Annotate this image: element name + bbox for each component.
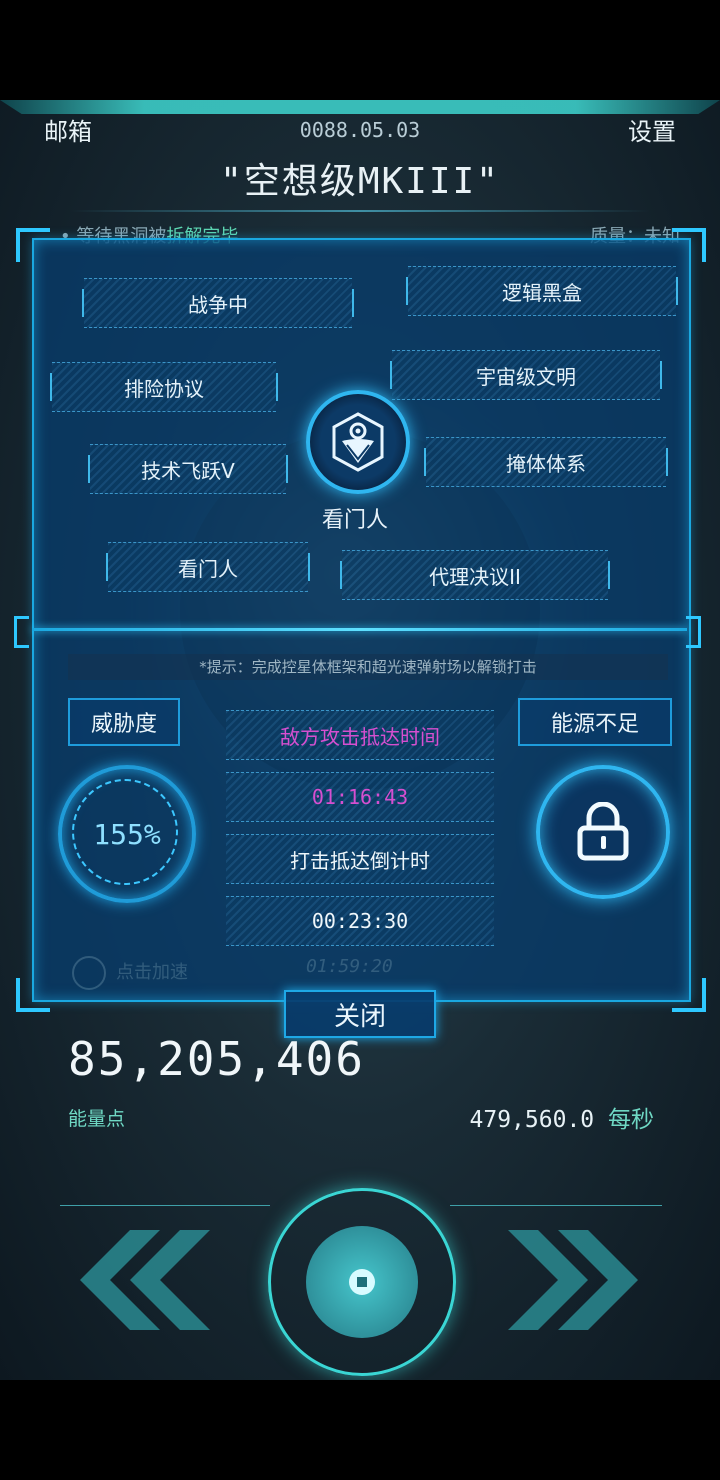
energy-rate: 479,560.0 每秒	[470, 1100, 654, 1134]
panel-corner	[672, 228, 706, 262]
enemy-arrival-time: 01:16:43	[226, 772, 494, 822]
tech-node[interactable]: 代理决议II	[340, 550, 610, 600]
home-button-core	[306, 1226, 418, 1338]
tech-node[interactable]: 看门人	[106, 542, 310, 592]
strike-lock-button[interactable]	[536, 765, 670, 899]
panel-corner	[16, 228, 50, 262]
energy-points-value: 85,205,406	[68, 1032, 365, 1086]
power-status-badge: 能源不足	[518, 698, 672, 746]
energy-rate-value: 479,560.0	[469, 1107, 595, 1133]
lock-icon	[577, 802, 629, 861]
threat-label: 威胁度	[68, 698, 180, 746]
title-divider	[70, 210, 650, 212]
nav-line	[60, 1205, 270, 1206]
accelerate-text: 点击加速	[116, 962, 188, 983]
close-button[interactable]: 关闭	[284, 990, 436, 1038]
panel-divider	[32, 628, 687, 631]
gatekeeper-emblem[interactable]	[306, 390, 410, 494]
top-frame-glow	[0, 100, 720, 114]
panel-corner	[672, 978, 706, 1012]
background-timer: 01:59:20	[306, 956, 393, 977]
settings-button[interactable]: 设置	[628, 112, 676, 147]
tech-node[interactable]: 战争中	[82, 278, 354, 328]
tech-node[interactable]: 排险协议	[50, 362, 278, 412]
tech-node[interactable]: 掩体体系	[424, 437, 668, 487]
emblem-label: 看门人	[321, 508, 388, 533]
panel-corner	[16, 978, 50, 1012]
panel-side-mark	[14, 616, 29, 648]
gauge-inner-ring	[72, 779, 178, 885]
game-date: 0088.05.03	[299, 118, 421, 142]
prev-arrow-icon[interactable]	[70, 1230, 210, 1330]
next-arrow-icon[interactable]	[508, 1230, 648, 1330]
gatekeeper-icon	[332, 412, 384, 472]
home-dot-icon	[349, 1269, 375, 1295]
game-screen: 邮箱 0088.05.03 设置 "空想级MKIII" • 等待黑洞被拆解完毕 …	[0, 100, 720, 1380]
enemy-arrival-label: 敌方攻击抵达时间	[226, 710, 494, 760]
nav-line	[450, 1205, 662, 1206]
strike-countdown-time: 00:23:30	[226, 896, 494, 946]
strike-countdown-label: 打击抵达倒计时	[226, 834, 494, 884]
energy-rate-unit: 每秒	[608, 1107, 654, 1133]
tech-node[interactable]: 技术飞跃V	[88, 444, 288, 494]
threat-gauge: 155%	[58, 765, 196, 903]
tech-node[interactable]: 逻辑黑盒	[406, 266, 678, 316]
energy-points-label: 能量点	[68, 1108, 126, 1130]
panel-side-mark	[686, 616, 701, 648]
ship-name: "空想级MKIII"	[220, 161, 500, 202]
accelerate-icon	[72, 956, 106, 990]
unlock-hint: *提示：完成控星体框架和超光速弹射场以解锁打击	[68, 654, 668, 680]
tech-node[interactable]: 宇宙级文明	[390, 350, 662, 400]
home-button[interactable]	[268, 1188, 456, 1376]
accelerate-ghost: 点击加速	[72, 956, 188, 990]
